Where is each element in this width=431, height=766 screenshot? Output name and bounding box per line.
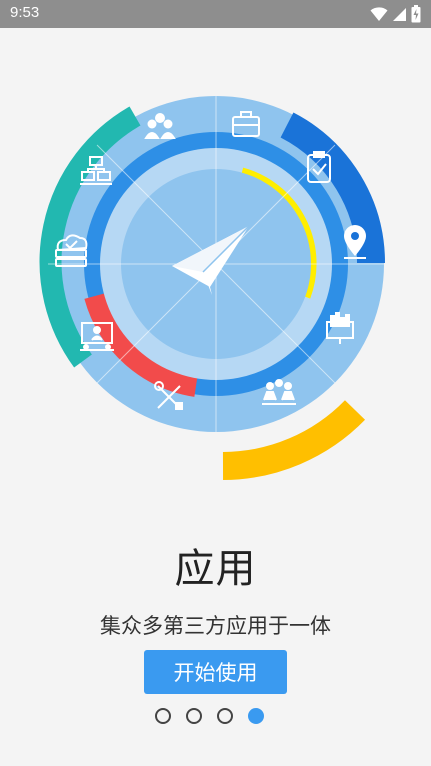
status-time: 9:53	[10, 4, 40, 21]
page-indicator	[155, 708, 264, 724]
page-dot-4-active[interactable]	[248, 708, 264, 724]
page-dot-2[interactable]	[186, 708, 202, 724]
cellular-signal-icon	[393, 8, 406, 21]
page-dot-1[interactable]	[155, 708, 171, 724]
page-title: 应用	[174, 546, 257, 592]
app-hub-illustration	[39, 96, 386, 480]
battery-icon	[411, 5, 421, 23]
page-dot-3[interactable]	[217, 708, 233, 724]
status-bar: 9:53	[0, 0, 431, 28]
wifi-icon	[370, 7, 388, 21]
page-subtitle: 集众多第三方应用于一体	[100, 614, 331, 638]
status-icons	[370, 5, 421, 23]
start-button[interactable]: 开始使用	[144, 650, 287, 694]
